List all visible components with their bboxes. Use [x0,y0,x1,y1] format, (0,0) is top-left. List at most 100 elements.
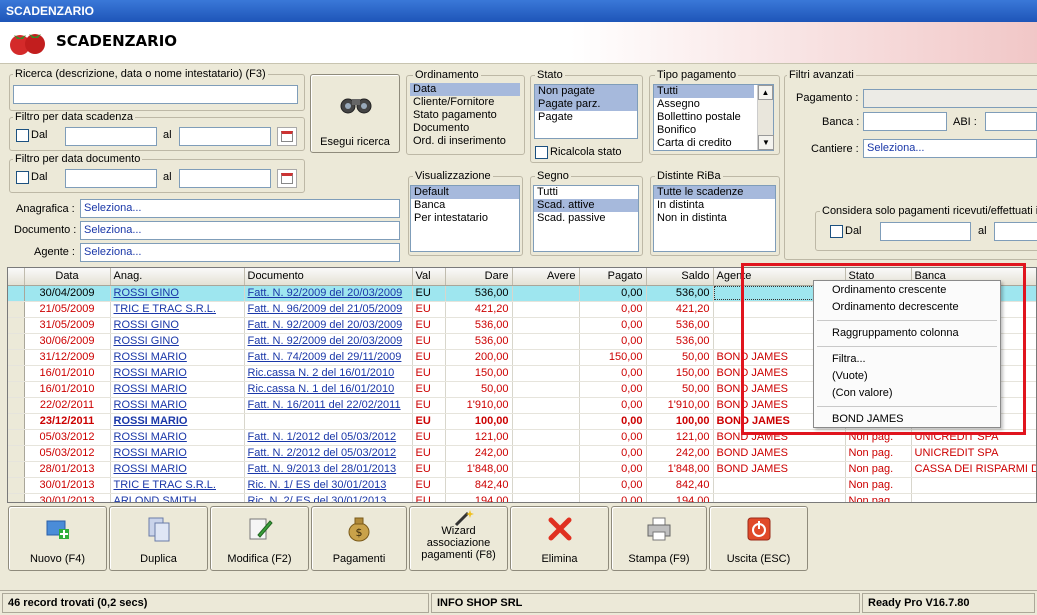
table-row[interactable]: 28/01/2013 ROSSI MARIO Fatt. N. 9/2013 del… [8,461,1036,478]
cell-documento[interactable]: Fatt. N. 96/2009 del 21/05/2009 [244,301,413,318]
list-item[interactable]: Banca [411,199,519,212]
cell-anag[interactable]: ROSSI GINO [110,317,245,334]
row-indicator[interactable] [8,365,25,382]
list-item[interactable]: Non in distinta [654,212,775,225]
col-header-anag[interactable]: Anag. [110,268,245,286]
stampa-button[interactable]: Stampa (F9) [611,506,707,571]
stato-list[interactable]: Non pagate Pagate parz. Pagate [534,84,638,139]
cell-documento[interactable]: Ric.cassa N. 2 del 16/01/2010 [244,365,413,382]
list-item[interactable]: Ord. di inserimento [410,135,520,148]
cell-documento[interactable]: Fatt. N. 92/2009 del 20/03/2009 [244,333,413,350]
row-indicator[interactable] [8,285,25,302]
cell-documento[interactable]: Fatt. N. 2/2012 del 05/03/2012 [244,445,413,462]
considera-from-input[interactable] [880,222,971,241]
filter-doc-checkbox[interactable] [16,171,29,184]
calendar-icon[interactable] [277,169,297,188]
filter-doc-from-input[interactable] [65,169,157,188]
list-item[interactable]: Scad. attive [534,199,638,212]
row-indicator[interactable] [8,349,25,366]
modifica-button[interactable]: Modifica (F2) [210,506,309,571]
row-indicator[interactable] [8,477,25,494]
abi-input[interactable] [985,112,1037,131]
row-indicator[interactable] [8,381,25,398]
distinte-list[interactable]: Tutte le scadenze In distinta Non in dis… [653,185,776,252]
row-indicator[interactable] [8,493,25,502]
visualizzazione-list[interactable]: Default Banca Per intestatario [410,185,520,252]
list-item[interactable]: Default [411,186,519,199]
row-indicator[interactable] [8,461,25,478]
tipo-pagamento-list[interactable]: Tutti Assegno Bollettino postale Bonific… [653,84,774,151]
list-item[interactable]: Per intestatario [411,212,519,225]
anagrafica-select[interactable]: Seleziona... [80,199,400,218]
list-item[interactable]: Stato pagamento [410,109,520,122]
table-row[interactable]: 30/01/2013 TRIC E TRAC S.R.L. Ric. N. 1/ E… [8,477,1036,494]
filter-due-checkbox[interactable] [16,129,29,142]
pagamenti-button[interactable]: $ Pagamenti [311,506,407,571]
banca-input[interactable] [863,112,947,131]
cantiere-select[interactable]: Seleziona... [863,139,1037,158]
nuovo-button[interactable]: Nuovo (F4) [8,506,107,571]
duplica-button[interactable]: Duplica [109,506,208,571]
scroll-up-icon[interactable]: ▲ [758,85,773,100]
col-header-documento[interactable]: Documento [244,268,413,286]
cell-documento[interactable]: Ric. N. 2/ ES del 30/01/2013 [244,493,413,502]
uscita-button[interactable]: Uscita (ESC) [709,506,808,571]
list-item[interactable]: In distinta [654,199,775,212]
list-item[interactable]: Non pagate [535,85,637,98]
list-item[interactable]: Carta di credito [654,137,773,150]
cell-documento[interactable]: Fatt. N. 92/2009 del 20/03/2009 [244,317,413,334]
list-item[interactable]: Bollettino postale [654,111,773,124]
row-indicator[interactable] [8,333,25,350]
cell-anag[interactable]: ARLOND SMITH [110,493,245,502]
cell-documento[interactable]: Fatt. N. 9/2013 del 28/01/2013 [244,461,413,478]
ordinamento-list[interactable]: Data Cliente/Fornitore Stato pagamento D… [410,83,520,151]
list-item[interactable]: Assegno [654,98,773,111]
col-header-saldo[interactable]: Saldo [646,268,714,286]
row-indicator[interactable] [8,317,25,334]
list-item[interactable]: Tutte le scadenze [654,186,775,199]
col-header-avere[interactable]: Avere [512,268,580,286]
agente-select[interactable]: Seleziona... [80,243,400,262]
cell-anag[interactable]: ROSSI GINO [110,333,245,350]
elimina-button[interactable]: Elimina [510,506,609,571]
row-indicator[interactable] [8,301,25,318]
search-button[interactable]: Esegui ricerca [310,74,400,153]
cell-anag[interactable]: ROSSI MARIO [110,413,245,430]
cell-documento[interactable]: Fatt. N. 16/2011 del 22/02/2011 [244,397,413,414]
tipo-pagamento-scrollbar[interactable]: ▲ ▼ [757,85,774,150]
cell-anag[interactable]: TRIC E TRAC S.R.L. [110,301,245,318]
list-item[interactable]: Tutti [534,186,638,199]
calendar-icon[interactable] [277,127,297,146]
row-indicator[interactable] [8,413,25,430]
row-indicator[interactable] [8,429,25,446]
col-header-data[interactable]: Data [24,268,111,286]
cell-anag[interactable]: ROSSI MARIO [110,429,245,446]
considera-checkbox[interactable] [830,225,843,238]
considera-to-input[interactable] [994,222,1037,241]
segno-list[interactable]: Tutti Scad. attive Scad. passive [533,185,639,252]
scroll-down-icon[interactable]: ▼ [758,135,774,150]
list-item[interactable]: Bonifico [654,124,773,137]
cell-anag[interactable]: ROSSI MARIO [110,397,245,414]
ricalcola-checkbox[interactable] [535,146,548,159]
list-item[interactable]: Data [410,83,520,96]
cell-documento[interactable]: Fatt. N. 1/2012 del 05/03/2012 [244,429,413,446]
search-input[interactable] [13,85,298,104]
cell-anag[interactable]: ROSSI MARIO [110,445,245,462]
list-item[interactable]: Tutti [654,85,754,98]
list-item[interactable]: Cliente/Fornitore [410,96,520,109]
table-row[interactable]: 30/01/2013 ARLOND SMITH Ric. N. 2/ ES del … [8,493,1036,502]
cell-anag[interactable]: ROSSI MARIO [110,349,245,366]
wizard-button[interactable]: Wizard associazione pagamenti (F8) [409,506,508,571]
row-indicator[interactable] [8,397,25,414]
cell-documento[interactable]: Fatt. N. 74/2009 del 29/11/2009 [244,349,413,366]
list-item[interactable]: Scad. passive [534,212,638,225]
cell-documento[interactable]: Fatt. N. 92/2009 del 20/03/2009 [244,285,413,302]
pagamento-select[interactable] [863,89,1037,108]
cell-anag[interactable]: TRIC E TRAC S.R.L. [110,477,245,494]
filter-doc-to-input[interactable] [179,169,271,188]
documento-select[interactable]: Seleziona... [80,221,400,240]
col-header-val[interactable]: Val [412,268,446,286]
filter-due-from-input[interactable] [65,127,157,146]
cell-documento[interactable]: Ric. N. 1/ ES del 30/01/2013 [244,477,413,494]
